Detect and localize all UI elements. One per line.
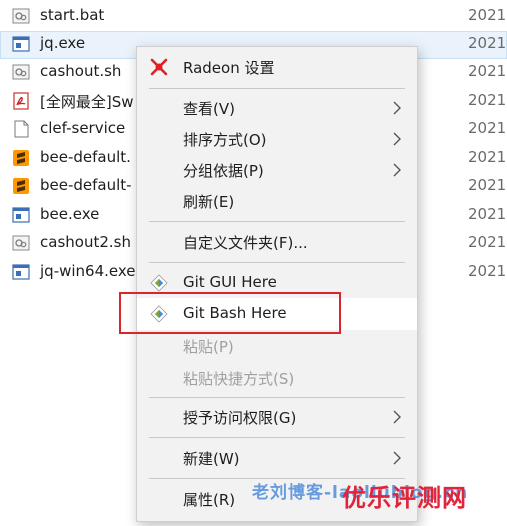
git-gui-icon <box>150 274 168 292</box>
file-name: clef-service <box>40 119 126 137</box>
chevron-right-icon <box>393 101 401 115</box>
menu-item-git-gui-here[interactable]: Git GUI Here <box>137 267 417 299</box>
file-row[interactable]: start.bat 2021 <box>0 3 507 31</box>
file-name: cashout2.sh <box>40 233 131 251</box>
exe-file-icon <box>12 207 30 223</box>
menu-separator <box>149 397 405 398</box>
menu-item-sort-by[interactable]: 排序方式(O) <box>137 123 417 155</box>
menu-item-git-bash-here[interactable]: Git Bash Here <box>137 298 417 330</box>
menu-label: 粘贴(P) <box>183 338 234 356</box>
file-date: 2021 <box>468 6 507 24</box>
menu-item-paste: 粘贴(P) <box>137 330 417 362</box>
menu-label: 排序方式(O) <box>183 131 267 149</box>
chevron-right-icon <box>393 132 401 146</box>
file-name: jq-win64.exe <box>40 262 136 280</box>
menu-separator <box>149 221 405 222</box>
menu-label: Git Bash Here <box>183 304 287 322</box>
file-name: bee.exe <box>40 205 100 223</box>
shell-script-icon <box>12 64 30 80</box>
shell-script-icon <box>12 235 30 251</box>
radeon-icon <box>150 58 168 76</box>
menu-separator <box>149 88 405 89</box>
menu-label: 刷新(E) <box>183 193 235 211</box>
explorer-window: start.bat 2021 jq.exe 2021 cashout.sh 20… <box>0 0 507 526</box>
sublime-file-icon <box>13 178 29 194</box>
file-date: 2021 <box>468 34 507 52</box>
menu-item-refresh[interactable]: 刷新(E) <box>137 185 417 217</box>
menu-label: Git GUI Here <box>183 273 277 291</box>
menu-label: 属性(R) <box>183 491 236 509</box>
menu-label: 新建(W) <box>183 450 240 468</box>
menu-item-radeon-settings[interactable]: Radeon 设置 <box>137 51 417 83</box>
file-date: 2021 <box>468 262 507 280</box>
menu-label: 分组依据(P) <box>183 162 264 180</box>
chevron-right-icon <box>393 410 401 424</box>
exe-file-icon <box>12 264 30 280</box>
blank-file-icon <box>14 120 29 138</box>
chevron-right-icon <box>393 451 401 465</box>
file-name: start.bat <box>40 6 105 24</box>
menu-separator <box>149 437 405 438</box>
chevron-right-icon <box>393 163 401 177</box>
file-name: cashout.sh <box>40 62 122 80</box>
menu-label: 自定义文件夹(F)... <box>183 234 308 252</box>
menu-label: 授予访问权限(G) <box>183 409 297 427</box>
file-date: 2021 <box>468 148 507 166</box>
git-bash-icon <box>150 305 168 323</box>
file-date: 2021 <box>468 233 507 251</box>
menu-label: 查看(V) <box>183 100 235 118</box>
context-menu: Radeon 设置 查看(V) 排序方式(O) 分组依据(P) 刷新(E) 自定… <box>136 46 418 522</box>
file-date: 2021 <box>468 205 507 223</box>
pdf-file-icon <box>13 92 29 110</box>
menu-item-group-by[interactable]: 分组依据(P) <box>137 154 417 186</box>
file-date: 2021 <box>468 91 507 109</box>
file-name: bee-default- <box>40 176 132 194</box>
menu-item-new[interactable]: 新建(W) <box>137 442 417 474</box>
menu-item-grant-access[interactable]: 授予访问权限(G) <box>137 401 417 433</box>
sublime-file-icon <box>13 150 29 166</box>
menu-label: 粘贴快捷方式(S) <box>183 370 295 388</box>
file-name: [全网最全]Sw <box>40 93 134 111</box>
exe-file-icon <box>12 36 30 52</box>
file-date: 2021 <box>468 62 507 80</box>
file-date: 2021 <box>468 119 507 137</box>
file-name: bee-default. <box>40 148 131 166</box>
batch-file-icon <box>12 8 30 24</box>
file-date: 2021 <box>468 176 507 194</box>
menu-label: Radeon 设置 <box>183 59 275 77</box>
menu-item-view[interactable]: 查看(V) <box>137 92 417 124</box>
menu-item-paste-shortcut: 粘贴快捷方式(S) <box>137 362 417 394</box>
menu-item-customize-folder[interactable]: 自定义文件夹(F)... <box>137 226 417 258</box>
file-name: jq.exe <box>40 34 86 52</box>
watermark-red: 优乐评测网 <box>342 484 467 512</box>
menu-separator <box>149 262 405 263</box>
